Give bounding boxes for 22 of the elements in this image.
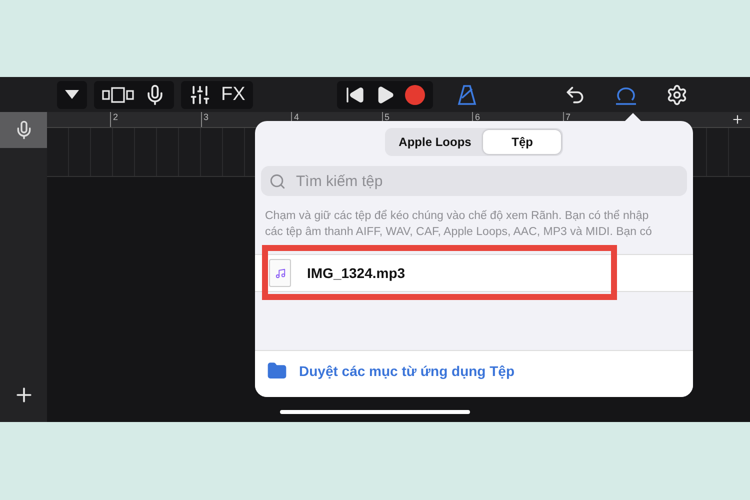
settings-icon[interactable]	[666, 84, 688, 106]
browse-files-link[interactable]: Duyệt các mục từ ứng dụng Tệp	[255, 350, 693, 397]
folder-icon	[267, 361, 287, 381]
file-row[interactable]: IMG_1324.mp3	[255, 254, 693, 292]
audio-file-icon	[269, 259, 291, 287]
description-text: Chạm và giữ các tệp để kéo chúng vào chế độ xem Rãnh. Bạn có thể nhập các tệp âm thanh AIFF, WAV, CAF, Apple Loops, AAC, MP3 và MIDI. Bạn có	[265, 208, 653, 240]
file-name: IMG_1324.mp3	[307, 265, 406, 281]
metronome-icon[interactable]	[456, 84, 478, 106]
track-view-icon[interactable]	[102, 86, 134, 102]
rewind-icon[interactable]	[345, 84, 366, 104]
segment-tab[interactable]: Tệp	[483, 130, 562, 154]
undo-icon[interactable]	[564, 84, 586, 106]
segment-tab[interactable]: Apple Loops	[386, 130, 484, 154]
caret-icon	[65, 90, 79, 99]
search-field[interactable]: Tìm kiếm tệp	[294, 172, 679, 190]
mixer-icon[interactable]	[189, 84, 211, 106]
microphone-track[interactable]	[0, 112, 47, 148]
bar-number: 2	[110, 112, 200, 127]
search-icon	[269, 172, 286, 190]
track-menu-button[interactable]	[57, 80, 87, 108]
record-button[interactable]	[405, 84, 426, 104]
search-bar[interactable]: Tìm kiếm tệp	[261, 166, 687, 196]
